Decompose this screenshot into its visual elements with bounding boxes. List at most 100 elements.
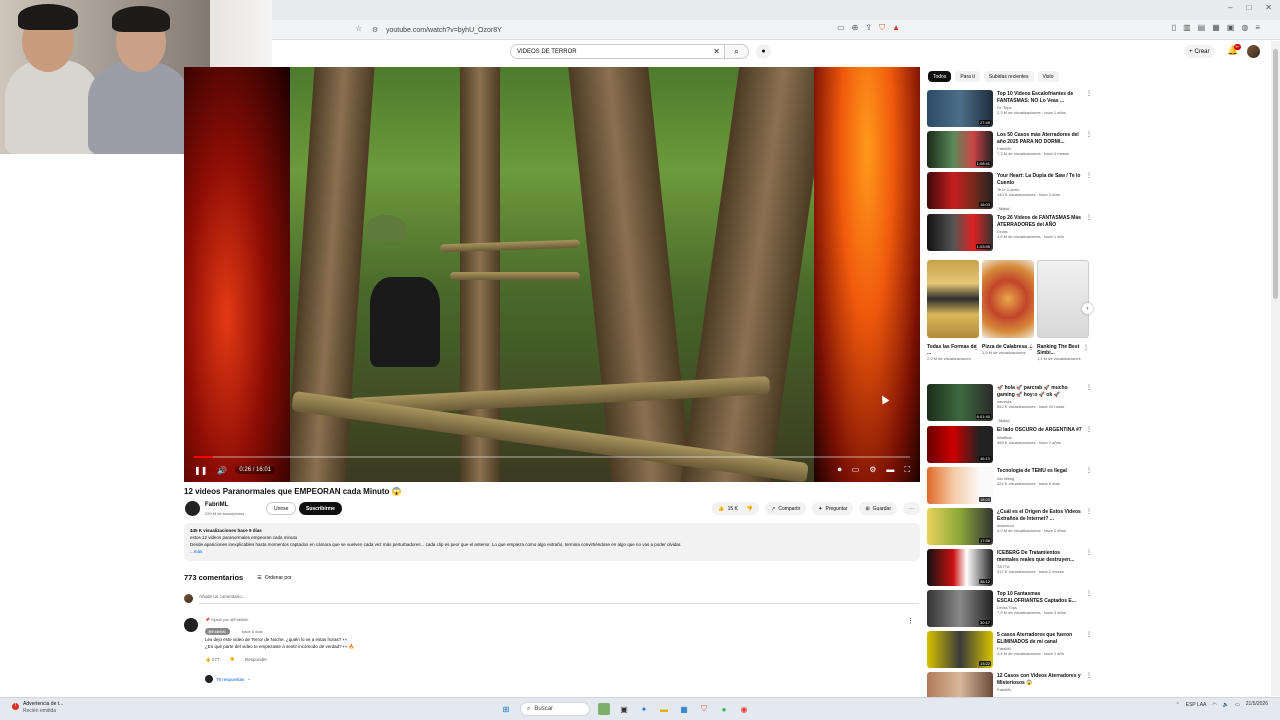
recommendation-item[interactable]: 1:03:55 Top 26 Videos de FANTASMAS Más AT…: [927, 214, 1092, 252]
recommendation-more-icon[interactable]: ⋮: [1086, 90, 1092, 97]
extensions-icon[interactable]: ▥: [1183, 23, 1191, 32]
recommendation-item[interactable]: 46:13 El lado OSCURO de ARGENTINA #7 Wallf…: [927, 426, 1092, 464]
recommendation-channel[interactable]: FabriML: [997, 687, 1083, 692]
short-more-icon[interactable]: ⋮: [1028, 344, 1034, 351]
short-more-icon[interactable]: ⋮: [1083, 344, 1089, 351]
menu-icon[interactable]: ≡: [1255, 23, 1260, 32]
recommendation-thumbnail[interactable]: 18:20: [927, 467, 993, 504]
profile-icon[interactable]: ◍: [1241, 23, 1248, 32]
recommendation-item[interactable]: 13:22 5 casos Aterradores que fueron ELIM…: [927, 631, 1092, 669]
sidebar-icon[interactable]: ▯: [1172, 23, 1176, 32]
recommendation-more-icon[interactable]: ⋮: [1086, 172, 1092, 179]
recommendation-more-icon[interactable]: ⋮: [1086, 590, 1092, 597]
add-comment-input[interactable]: Añade un comentario...: [199, 594, 246, 599]
minimize-button[interactable]: –: [1228, 3, 1232, 12]
short-item[interactable]: Ranking The Best Simbi... 1,1 M de visua…: [1037, 260, 1089, 361]
settings-icon[interactable]: ⚙: [869, 465, 876, 475]
rewards-icon[interactable]: ▲: [892, 23, 900, 33]
site-info-icon[interactable]: ⚙: [370, 26, 380, 34]
recommendation-more-icon[interactable]: ⋮: [1086, 508, 1092, 515]
recommendation-thumbnail[interactable]: 17:58: [927, 508, 993, 545]
recommendation-title[interactable]: Los 50 Casos más Aterradores del año 202…: [997, 132, 1083, 145]
join-button[interactable]: Unirse: [266, 502, 297, 515]
recommendation-item[interactable]: 27:49 Top 10 Videos Escalofriantes de FAN…: [927, 90, 1092, 128]
volume-icon[interactable]: 🔈: [1223, 702, 1229, 708]
comment-dislike-icon[interactable]: 👎: [229, 657, 235, 663]
recommendation-item[interactable]: 38:12 ICEBERG De Tratamientos mentales re…: [927, 549, 1092, 587]
taskbar-search[interactable]: ⌕ Buscar: [520, 702, 590, 716]
show-more-link[interactable]: ...más: [190, 548, 914, 555]
clock[interactable]: 21/5/2026: [1246, 701, 1268, 708]
recommendation-more-icon[interactable]: ⋮: [1086, 549, 1092, 556]
recommendation-thumbnail[interactable]: 38:12: [927, 549, 993, 586]
lang-indicator[interactable]: ESP LAA: [1186, 702, 1207, 708]
recommendation-thumbnail[interactable]: 30:17: [927, 590, 993, 627]
recommendation-thumbnail[interactable]: 6:01:40: [927, 384, 993, 421]
subscribe-button[interactable]: Suscribirme: [299, 502, 342, 515]
vpn-icon[interactable]: ▣: [1227, 23, 1235, 32]
notification-widget[interactable]: ! Advertencia de t... Recién emitida: [12, 701, 63, 715]
recommendation-title[interactable]: ICEBERG De Tratamientos mentales reales …: [997, 550, 1083, 563]
sort-comments-button[interactable]: ☰ Ordenar por: [257, 575, 291, 581]
account-avatar[interactable]: [1247, 45, 1260, 58]
zoom-icon[interactable]: ⊕: [852, 23, 859, 33]
channel-name[interactable]: FabriML: [205, 502, 228, 508]
file-explorer-icon[interactable]: ▬: [658, 703, 670, 715]
recommendation-title[interactable]: Top 10 Fantasmas ESCALOFRIANTES Captados…: [997, 591, 1083, 604]
recommendation-thumbnail[interactable]: 27:49: [927, 90, 993, 127]
recommendation-title[interactable]: ¿Cuál es el Origen de Estos Videos Extra…: [997, 509, 1083, 522]
scrollbar-thumb[interactable]: [1273, 49, 1278, 299]
subtitles-icon[interactable]: ▭: [852, 465, 860, 475]
description-box[interactable]: 445 K visualizaciones hace 9 días estos …: [184, 523, 920, 561]
recommendation-more-icon[interactable]: ⋮: [1086, 131, 1092, 138]
video-player[interactable]: ❚❚ 🔊 0:26 / 16:01 ⏺ ▭ ⚙ ▬ ⛶: [184, 67, 920, 482]
pause-icon[interactable]: ❚❚: [194, 466, 207, 475]
recommendation-title[interactable]: 🚀 hola 🚀 parcrab 🚀 mucho gaming 🚀 hoy:o …: [997, 385, 1083, 398]
fullscreen-icon[interactable]: ⛶: [904, 465, 910, 475]
battery-icon[interactable]: ▭: [1235, 702, 1240, 708]
theater-mode-icon[interactable]: ▬: [886, 465, 894, 475]
short-more-icon[interactable]: ⋮: [973, 344, 979, 351]
recommendation-more-icon[interactable]: ⋮: [1086, 426, 1092, 433]
chrome-icon[interactable]: ◉: [738, 703, 750, 715]
like-button[interactable]: 👍 15 K 👎: [712, 502, 760, 515]
replies-toggle[interactable]: 78 respuestas ⌄: [205, 675, 251, 683]
recommendation-more-icon[interactable]: ⋮: [1086, 214, 1092, 221]
copilot-icon[interactable]: ✦: [638, 703, 650, 715]
recommendation-item[interactable]: 18:03 Your Heart: La Dupla de Saw / Te lo…: [927, 172, 1092, 211]
comment-avatar[interactable]: [184, 618, 198, 632]
recommendation-more-icon[interactable]: ⋮: [1086, 467, 1092, 474]
comment-author[interactable]: @FabriML: [205, 628, 230, 635]
recommendation-item[interactable]: 1:08:41 Los 50 Casos más Aterradores del …: [927, 131, 1092, 169]
spotify-icon[interactable]: ●: [718, 703, 730, 715]
recommendation-more-icon[interactable]: ⋮: [1086, 631, 1092, 638]
ask-button[interactable]: ✦ Preguntar: [812, 502, 854, 515]
channel-avatar[interactable]: [185, 501, 200, 516]
recommendation-thumbnail[interactable]: 13:22: [927, 631, 993, 668]
create-button[interactable]: + Crear: [1184, 45, 1215, 58]
recommendation-item[interactable]: 17:58 ¿Cuál es el Origen de Estos Videos …: [927, 508, 1092, 546]
downloads-icon[interactable]: ▤: [1198, 23, 1206, 32]
recommendation-item[interactable]: 6:01:40 🚀 hola 🚀 parcrab 🚀 mucho gaming 🚀…: [927, 384, 1092, 423]
comment-like-button[interactable]: 👍 277: [205, 657, 219, 663]
chip-recent[interactable]: Subidas recientes: [983, 71, 1034, 82]
recommendation-thumbnail[interactable]: 46:13: [927, 426, 993, 463]
chevron-right-icon[interactable]: ›: [1082, 303, 1093, 314]
windows-start-icon[interactable]: ⊞: [500, 703, 512, 715]
close-window-button[interactable]: ✕: [1265, 3, 1272, 12]
short-item[interactable]: Todas las Formas de ... 2,9 M de visuali…: [927, 260, 979, 361]
short-item[interactable]: Pizza de Calabresa ... 1,5 M de visualiz…: [982, 260, 1034, 355]
recommendation-thumbnail[interactable]: 1:08:41: [927, 131, 993, 168]
autoplay-toggle-icon[interactable]: ⏺: [838, 465, 842, 475]
voice-search-button[interactable]: ●: [756, 44, 771, 59]
cast-icon[interactable]: ▭: [837, 23, 845, 33]
recommendation-title[interactable]: Tecnología de TEMU es Ilegal: [997, 468, 1083, 475]
comment-more-icon[interactable]: ⋮: [907, 617, 914, 625]
widgets-icon[interactable]: [598, 703, 610, 715]
bookmark-icon[interactable]: ☆: [355, 24, 362, 33]
brave-shield-icon[interactable]: ⛉: [879, 23, 885, 33]
recommendation-title[interactable]: El lado OSCURO de ARGENTINA #7: [997, 427, 1083, 434]
wallet-icon[interactable]: ▦: [1212, 23, 1220, 32]
wifi-icon[interactable]: ◠: [1212, 702, 1216, 708]
recommendation-title[interactable]: 12 Casos con Videos Aterradores y Mister…: [997, 673, 1083, 686]
